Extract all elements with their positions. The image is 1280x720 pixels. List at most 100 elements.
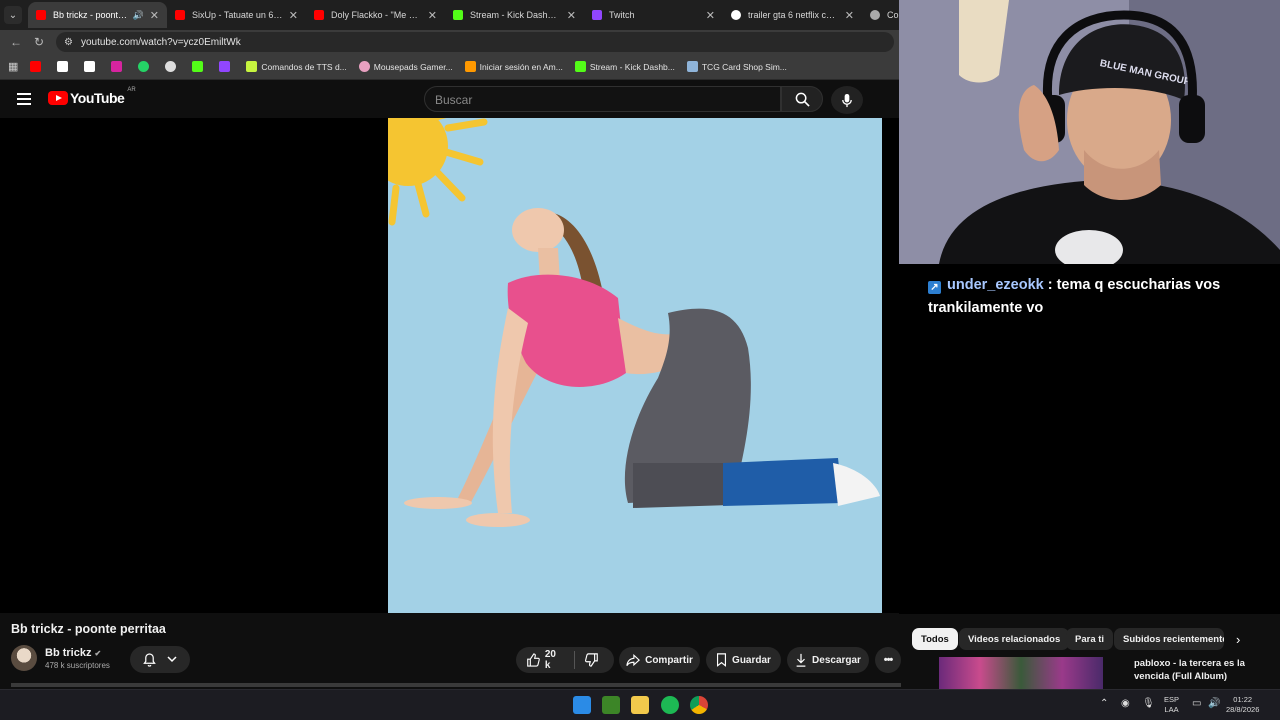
youtube-icon (175, 10, 185, 20)
save-label: Guardar (732, 654, 771, 666)
volume-icon[interactable]: 🔊 (1208, 698, 1220, 709)
country-code: AR (127, 87, 136, 93)
youtube-icon (314, 10, 324, 20)
bookmark-amazon[interactable]: Iniciar sesión en Am... (464, 61, 563, 72)
channel-name-text: Bb trickz (45, 647, 92, 659)
share-label: Compartir (645, 654, 693, 666)
bookmark-youtube[interactable] (30, 61, 45, 72)
channel-name[interactable]: Bb trickz ✔ (45, 647, 101, 659)
store-icon (358, 61, 370, 72)
share-button[interactable]: Compartir (619, 647, 700, 673)
recommended-video-title[interactable]: pabloxo - la tercera es la vencida (Full… (1134, 657, 1252, 683)
bookmark-chatgpt[interactable] (165, 61, 180, 72)
chevron-right-icon[interactable]: › (1236, 632, 1240, 647)
page-scroll-edge (11, 683, 901, 687)
chrome-icon[interactable] (690, 696, 708, 714)
search-input[interactable]: Buscar (424, 86, 781, 112)
bookmark-x[interactable] (57, 61, 72, 72)
voice-search-button[interactable] (831, 86, 863, 114)
bookmark-tts-commands[interactable]: Comandos de TTS d... (246, 61, 347, 72)
kick-icon (574, 61, 586, 72)
like-button[interactable]: 20 k (516, 647, 574, 673)
address-bar-row: ← ↻ ⚙ youtube.com/watch?v=ycz0EmiltWk (0, 30, 900, 54)
woman-stretching-figure (404, 208, 880, 527)
tab-google-search[interactable]: trailer gta 6 netflix cuevana ✕ (723, 2, 862, 28)
tts-icon (246, 61, 258, 72)
tab-title: SixUp - Tatuate un 66 (Video Oficial) (192, 10, 283, 20)
site-info-icon[interactable]: ⚙ (64, 37, 73, 48)
minecraft-icon[interactable] (602, 696, 620, 714)
clock-time: 01:22 (1233, 695, 1253, 704)
bookmark-label: TCG Card Shop Sim... (701, 61, 787, 72)
url-field[interactable]: ⚙ youtube.com/watch?v=ycz0EmiltWk (56, 32, 894, 52)
search-icon (795, 92, 810, 107)
bookmark-kick-dashboard[interactable]: Stream - Kick Dashb... (574, 61, 675, 72)
bookmark-tcg-steam[interactable]: TCG Card Shop Sim... (686, 61, 787, 72)
sun-illustration (388, 118, 488, 226)
tab-twitch[interactable]: Twitch ✕ (584, 2, 723, 28)
video-title: Bb trickz - poonte perritaa (11, 622, 166, 636)
twitch-icon (592, 10, 602, 20)
more-actions-button[interactable]: ••• (875, 647, 901, 673)
tab-kick-dashboard[interactable]: Stream - Kick Dashboard ✕ (445, 2, 584, 28)
windows-start-icon[interactable] (573, 696, 591, 714)
channel-avatar[interactable] (11, 645, 37, 671)
bookmark-whatsapp[interactable] (138, 61, 153, 72)
chip-todos[interactable]: Todos (912, 628, 958, 650)
discord-tray-icon[interactable]: ◉ (1121, 698, 1130, 709)
tab-title: Doly Flackko - "Me Desvelo" (331, 10, 422, 20)
bell-icon (143, 652, 157, 667)
subscription-bell-button[interactable] (130, 646, 190, 673)
save-button[interactable]: Guardar (706, 647, 781, 673)
close-tab-icon[interactable]: ✕ (706, 9, 715, 22)
url-text: youtube.com/watch?v=ycz0EmiltWk (80, 36, 241, 48)
close-tab-icon[interactable]: ✕ (567, 9, 576, 22)
subscriber-count: 478 k suscriptores (45, 661, 110, 670)
recommended-video-thumbnail[interactable] (939, 657, 1103, 689)
share-icon (626, 653, 641, 666)
chevron-down-icon (167, 656, 177, 663)
whatsapp-icon (138, 61, 150, 72)
bookmark-icon (717, 653, 727, 667)
chip-related[interactable]: Videos relacionados (959, 628, 1070, 650)
more-dots-icon: ••• (883, 654, 894, 666)
close-tab-icon[interactable]: ✕ (845, 9, 854, 22)
chip-for-you[interactable]: Para ti (1066, 628, 1114, 650)
close-tab-icon[interactable]: ✕ (150, 9, 159, 22)
youtube-logo[interactable]: YouTube AR (48, 87, 136, 106)
bookmark-mousepads[interactable]: Mousepads Gamer... (358, 61, 453, 72)
file-explorer-icon[interactable] (631, 696, 649, 714)
close-tab-icon[interactable]: ✕ (289, 9, 298, 22)
chatgpt-icon (165, 61, 177, 72)
language-indicator[interactable]: ESP LAA (1164, 695, 1179, 715)
tab-youtube-sixup[interactable]: SixUp - Tatuate un 66 (Video Oficial) ✕ (167, 2, 306, 28)
bookmark-kick[interactable] (192, 61, 207, 72)
speaker-icon[interactable]: 🔊 (133, 10, 144, 21)
spotify-icon[interactable] (661, 696, 679, 714)
search-button[interactable] (781, 86, 823, 112)
video-content-image (388, 118, 880, 527)
apps-grid-icon[interactable]: ▦ (8, 60, 18, 73)
tab-search-button[interactable]: ⌄ (4, 6, 22, 24)
tab-title: trailer gta 6 netflix cuevana (748, 10, 839, 20)
tab-youtube-doly[interactable]: Doly Flackko - "Me Desvelo" ✕ (306, 2, 445, 28)
microphone-tray-icon[interactable]: 🎙 (1142, 698, 1155, 709)
hamburger-menu-icon[interactable] (17, 93, 31, 105)
chip-recent[interactable]: Subidos recientemente (1114, 628, 1224, 650)
network-icon[interactable]: ▭ (1192, 698, 1201, 709)
dislike-button[interactable] (575, 647, 614, 673)
clock[interactable]: 01:22 28/8/2026 (1226, 695, 1259, 715)
reload-icon[interactable]: ↻ (32, 35, 46, 49)
youtube-header: YouTube AR Buscar (0, 80, 900, 118)
bookmark-tiktok[interactable] (84, 61, 99, 72)
tab-youtube-bb-trickz[interactable]: Bb trickz - poonte perritaa 🔊 ✕ (28, 2, 167, 28)
bookmark-twitch[interactable] (219, 61, 234, 72)
video-frame[interactable] (388, 118, 882, 613)
bookmark-label: Stream - Kick Dashb... (589, 61, 675, 72)
bookmark-instagram[interactable] (111, 61, 126, 72)
close-tab-icon[interactable]: ✕ (428, 9, 437, 22)
download-button[interactable]: Descargar (787, 647, 869, 673)
like-count: 20 k (544, 649, 556, 671)
tray-expand-icon[interactable]: ⌃ (1100, 698, 1108, 709)
back-arrow-icon[interactable]: ← (9, 35, 23, 49)
